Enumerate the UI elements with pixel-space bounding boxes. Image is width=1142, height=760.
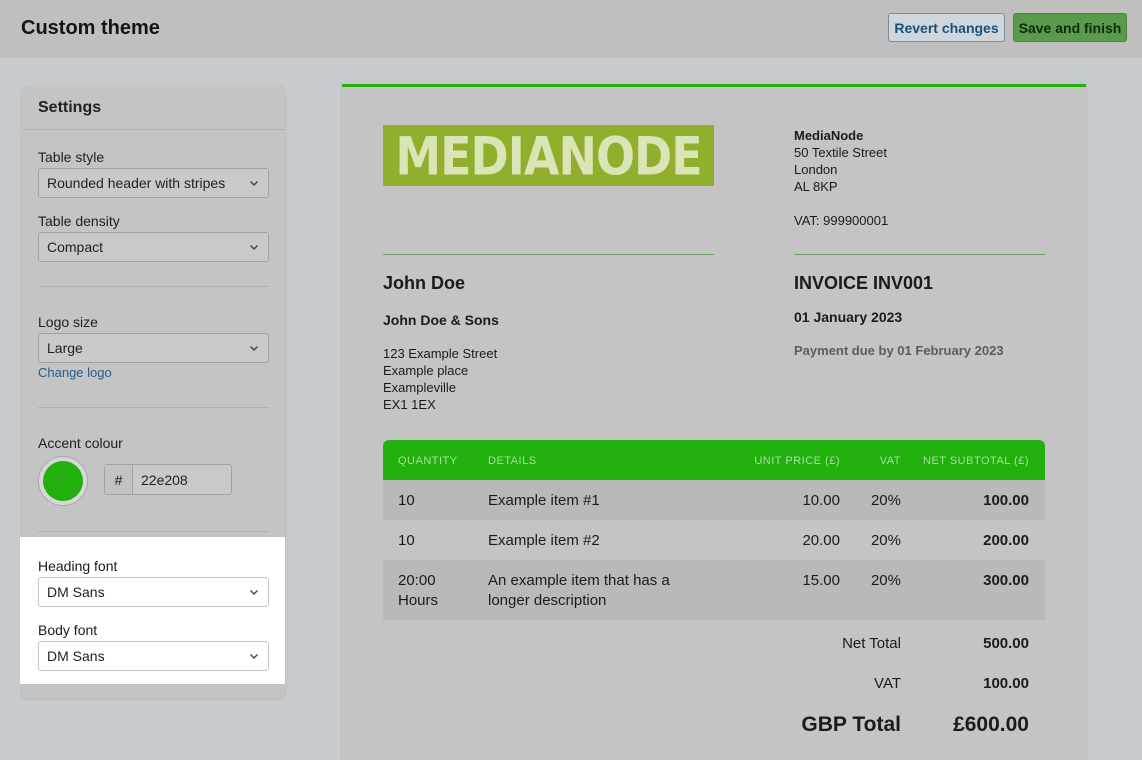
table-row: 10 Example item #1 10.00 20% 100.00 (383, 480, 1045, 520)
table-density-label: Table density (38, 213, 120, 229)
section-divider (38, 407, 269, 408)
heading-font-value: DM Sans (47, 584, 105, 600)
table-row: 10 Example item #2 20.00 20% 200.00 (383, 520, 1045, 560)
client-address-line: Example place (383, 363, 469, 378)
top-bar: Custom theme Revert changes Save and fin… (0, 0, 1142, 58)
invoice-preview: MEDIANODE MediaNode 50 Textile Street Lo… (342, 84, 1086, 760)
row-details: An example item that has a longer descri… (488, 571, 670, 611)
row-net-subtotal: 100.00 (983, 492, 1029, 509)
company-postcode: AL 8KP (794, 179, 838, 194)
invoice-number: INVOICE INV001 (794, 273, 934, 293)
row-details: Example item #2 (488, 532, 600, 549)
col-vat: VAT (879, 455, 901, 467)
company-name: MediaNode (794, 128, 864, 143)
heading-font-select[interactable]: DM Sans (38, 577, 269, 607)
grand-total-value: £600.00 (953, 713, 1029, 736)
chevron-down-icon (250, 245, 258, 250)
table-density-value: Compact (47, 239, 104, 255)
col-unit-price: UNIT PRICE (£) (754, 455, 840, 467)
client-name: John Doe (383, 273, 466, 293)
logo-text: MEDIANODE (395, 124, 702, 187)
company-address-block: MediaNode 50 Textile Street London AL 8K… (794, 127, 888, 229)
accent-colour-hex-field[interactable]: # 22e208 (104, 464, 232, 495)
save-and-finish-button[interactable]: Save and finish (1013, 13, 1127, 42)
logo-size-label: Logo size (38, 314, 98, 330)
revert-changes-button[interactable]: Revert changes (888, 13, 1005, 42)
chevron-down-icon (250, 590, 258, 595)
accent-colour-swatch-button[interactable] (38, 456, 88, 506)
vat-total-label: VAT (874, 675, 901, 692)
font-settings-highlight: Heading font DM Sans Body font DM Sans (20, 537, 285, 684)
section-divider (38, 531, 269, 532)
settings-header-divider (22, 129, 285, 130)
settings-title: Settings (38, 99, 102, 116)
row-quantity: 10 (398, 532, 415, 549)
table-style-select[interactable]: Rounded header with stripes (38, 168, 269, 198)
change-logo-link[interactable]: Change logo (38, 365, 112, 380)
accent-colour-label: Accent colour (38, 435, 123, 451)
accent-colour-swatch (43, 461, 83, 501)
chevron-down-icon (250, 346, 258, 351)
row-vat: 20% (870, 492, 901, 509)
chevron-down-icon (250, 654, 258, 659)
section-divider (38, 286, 269, 287)
client-address: 123 Example Street Example place Example… (383, 345, 497, 413)
client-address-line: EX1 1EX (383, 397, 436, 412)
accent-hex-value: 22e208 (141, 471, 188, 488)
row-details-line: longer description (488, 592, 607, 609)
row-vat: 20% (870, 572, 901, 589)
table-row: 20:00 Hours An example item that has a l… (383, 560, 1045, 620)
row-quantity: 10 (398, 492, 415, 509)
company-vat: VAT: 999900001 (794, 213, 889, 228)
row-vat: 20% (870, 532, 901, 549)
table-style-value: Rounded header with stripes (47, 175, 226, 191)
row-details: Example item #1 (488, 492, 600, 509)
table-density-select[interactable]: Compact (38, 232, 269, 262)
col-details: DETAILS (488, 455, 537, 467)
company-logo: MEDIANODE (383, 124, 714, 187)
divider-line (383, 254, 714, 255)
row-unit-price: 15.00 (802, 572, 840, 589)
logo-size-value: Large (47, 340, 83, 356)
table-style-label: Table style (38, 149, 105, 165)
company-city: London (794, 162, 838, 177)
page-title: Custom theme (21, 17, 160, 39)
body-font-select[interactable]: DM Sans (38, 641, 269, 671)
items-table-header: QUANTITY DETAILS UNIT PRICE (£) VAT NET … (383, 440, 1045, 480)
divider-line (794, 254, 1045, 255)
body-font-value: DM Sans (47, 648, 105, 664)
col-net-subtotal: NET SUBTOTAL (£) (922, 455, 1029, 467)
logo-size-select[interactable]: Large (38, 333, 269, 363)
grand-total-label: GBP Total (801, 713, 901, 736)
net-total-value: 500.00 (983, 635, 1029, 652)
heading-font-label: Heading font (38, 558, 118, 574)
invoice-date: 01 January 2023 (794, 309, 903, 325)
row-unit-price: 20.00 (802, 532, 840, 549)
row-quantity: 20:00 Hours (398, 571, 438, 611)
chevron-down-icon (250, 181, 258, 186)
client-address-line: 123 Example Street (383, 346, 498, 361)
row-details-line: An example item that has a (488, 572, 670, 589)
vat-total-value: 100.00 (983, 675, 1029, 692)
row-net-subtotal: 200.00 (983, 532, 1029, 549)
client-company: John Doe & Sons (383, 312, 499, 328)
row-unit-price: 10.00 (802, 492, 840, 509)
row-quantity-line: 20:00 (398, 572, 436, 589)
client-address-line: Exampleville (383, 380, 456, 395)
col-quantity: QUANTITY (398, 455, 458, 467)
hash-prefix: # (105, 465, 133, 494)
row-net-subtotal: 300.00 (983, 572, 1029, 589)
row-quantity-line: Hours (398, 592, 439, 609)
company-street: 50 Textile Street (794, 145, 887, 160)
body-font-label: Body font (38, 622, 98, 638)
net-total-label: Net Total (842, 635, 901, 652)
payment-due: Payment due by 01 February 2023 (794, 343, 1004, 358)
